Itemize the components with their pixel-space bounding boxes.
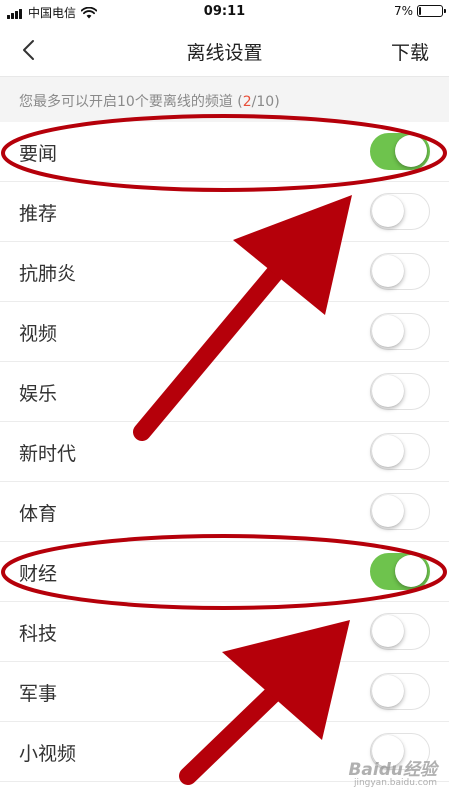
offline-toggle-switch[interactable] bbox=[370, 433, 430, 470]
channel-row[interactable]: 科技 bbox=[0, 602, 449, 662]
hint-text: 您最多可以开启10个要离线的频道 (2/10) bbox=[19, 91, 280, 111]
channel-limit-hint: 您最多可以开启10个要离线的频道 (2/10) bbox=[0, 76, 449, 122]
switch-knob bbox=[395, 135, 427, 167]
channel-row[interactable]: 抗肺炎 bbox=[0, 242, 449, 302]
offline-toggle-switch[interactable] bbox=[370, 613, 430, 650]
battery-percent: 7% bbox=[393, 4, 413, 18]
offline-toggle-switch[interactable] bbox=[370, 253, 430, 290]
watermark-brand: Baidu经验 bbox=[348, 760, 437, 780]
page-title: 离线设置 bbox=[186, 42, 263, 64]
channel-row[interactable]: 视频 bbox=[0, 302, 449, 362]
channel-name: 小视频 bbox=[19, 743, 77, 765]
switch-knob bbox=[372, 495, 404, 527]
channel-row[interactable]: 军事 bbox=[0, 662, 449, 722]
channel-name: 军事 bbox=[19, 683, 58, 705]
watermark-logo: Baidu经验 jingyan.baidu.com bbox=[348, 755, 437, 788]
channel-list: 要闻推荐抗肺炎视频娱乐新时代体育财经科技军事小视频 bbox=[0, 122, 449, 782]
switch-knob bbox=[372, 615, 404, 647]
channel-name: 新时代 bbox=[19, 443, 77, 465]
channel-name: 科技 bbox=[19, 623, 58, 645]
channel-row[interactable]: 新时代 bbox=[0, 422, 449, 482]
channel-name: 体育 bbox=[19, 503, 58, 525]
switch-knob bbox=[372, 675, 404, 707]
nav-bar: 离线设置 下载 bbox=[0, 24, 449, 76]
switch-knob bbox=[372, 255, 404, 287]
hint-prefix: 您最多可以开启10个要离线的频道 ( bbox=[19, 94, 243, 110]
offline-toggle-switch[interactable] bbox=[370, 493, 430, 530]
switch-knob bbox=[372, 315, 404, 347]
battery-icon bbox=[417, 5, 446, 17]
channel-name: 财经 bbox=[19, 563, 58, 585]
switch-knob bbox=[372, 375, 404, 407]
channel-name: 推荐 bbox=[19, 203, 58, 225]
offline-toggle-switch[interactable] bbox=[370, 313, 430, 350]
channel-name: 视频 bbox=[19, 323, 58, 345]
switch-knob bbox=[372, 195, 404, 227]
offline-toggle-switch[interactable] bbox=[370, 133, 430, 170]
watermark-url: jingyan.baidu.com bbox=[353, 778, 437, 788]
status-bar: 中国电信 09:11 7% bbox=[0, 0, 449, 24]
channel-row[interactable]: 体育 bbox=[0, 482, 449, 542]
switch-knob bbox=[395, 555, 427, 587]
offline-toggle-switch[interactable] bbox=[370, 373, 430, 410]
status-right: 7% bbox=[393, 4, 446, 18]
switch-knob bbox=[372, 435, 404, 467]
enabled-count: 2 bbox=[242, 94, 252, 110]
channel-row[interactable]: 推荐 bbox=[0, 182, 449, 242]
offline-toggle-switch[interactable] bbox=[370, 193, 430, 230]
status-time: 09:11 bbox=[203, 4, 246, 19]
channel-row[interactable]: 娱乐 bbox=[0, 362, 449, 422]
offline-settings-screen: 中国电信 09:11 7% 离线设置 下载 您最多可以开启10个要离线的频道 (… bbox=[0, 0, 449, 800]
channel-name: 要闻 bbox=[19, 143, 58, 165]
channel-row[interactable]: 要闻 bbox=[0, 122, 449, 182]
offline-toggle-switch[interactable] bbox=[370, 673, 430, 710]
download-button[interactable]: 下载 bbox=[391, 38, 429, 65]
channel-name: 抗肺炎 bbox=[19, 263, 77, 285]
offline-toggle-switch[interactable] bbox=[370, 553, 430, 590]
channel-row[interactable]: 财经 bbox=[0, 542, 449, 602]
hint-suffix: /10) bbox=[251, 94, 280, 110]
channel-name: 娱乐 bbox=[19, 383, 58, 405]
